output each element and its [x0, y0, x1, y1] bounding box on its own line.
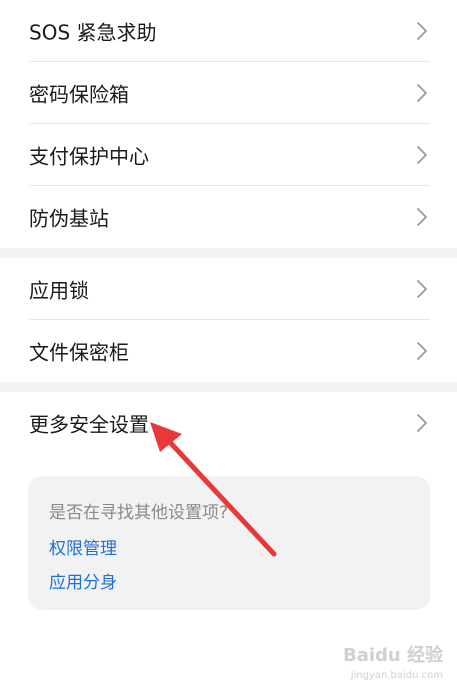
- setting-item-label: 应用锁: [29, 278, 89, 303]
- settings-group-2: 应用锁 文件保密柜: [0, 258, 457, 382]
- link-app-twin[interactable]: 应用分身: [49, 568, 117, 593]
- setting-item-label: 更多安全设置: [29, 412, 149, 437]
- chevron-right-icon: [417, 414, 427, 432]
- setting-item-label: SOS 紧急求助: [29, 20, 157, 45]
- setting-item-label: 防伪基站: [29, 206, 109, 231]
- setting-item-label: 文件保密柜: [29, 340, 129, 365]
- setting-item-file-safe[interactable]: 文件保密柜: [0, 320, 457, 382]
- watermark-logo: Baidu 经验: [342, 645, 443, 666]
- suggestion-question: 是否在寻找其他设置项?: [49, 503, 229, 523]
- setting-item-label: 密码保险箱: [29, 82, 129, 107]
- setting-item-app-lock[interactable]: 应用锁: [0, 258, 457, 320]
- setting-item-password-vault[interactable]: 密码保险箱: [0, 62, 457, 124]
- chevron-right-icon: [417, 84, 427, 102]
- setting-item-payment-protection[interactable]: 支付保护中心: [0, 124, 457, 186]
- section-gap: [0, 382, 457, 392]
- setting-item-fake-base-station[interactable]: 防伪基站: [0, 186, 457, 248]
- suggestion-card: 是否在寻找其他设置项? 权限管理 应用分身: [28, 476, 430, 610]
- setting-item-sos-emergency[interactable]: SOS 紧急求助: [0, 0, 457, 62]
- setting-item-more-security[interactable]: 更多安全设置: [0, 392, 457, 454]
- watermark-url: jingyan.baidu.com: [350, 670, 443, 681]
- settings-group-1: SOS 紧急求助 密码保险箱 支付保护中心 防伪基站: [0, 0, 457, 248]
- chevron-right-icon: [417, 22, 427, 40]
- chevron-right-icon: [417, 208, 427, 226]
- settings-group-3: 更多安全设置: [0, 392, 457, 454]
- link-permission-management[interactable]: 权限管理: [49, 534, 117, 559]
- section-gap: [0, 248, 457, 258]
- chevron-right-icon: [417, 280, 427, 298]
- setting-item-label: 支付保护中心: [29, 144, 149, 169]
- chevron-right-icon: [417, 342, 427, 360]
- chevron-right-icon: [417, 146, 427, 164]
